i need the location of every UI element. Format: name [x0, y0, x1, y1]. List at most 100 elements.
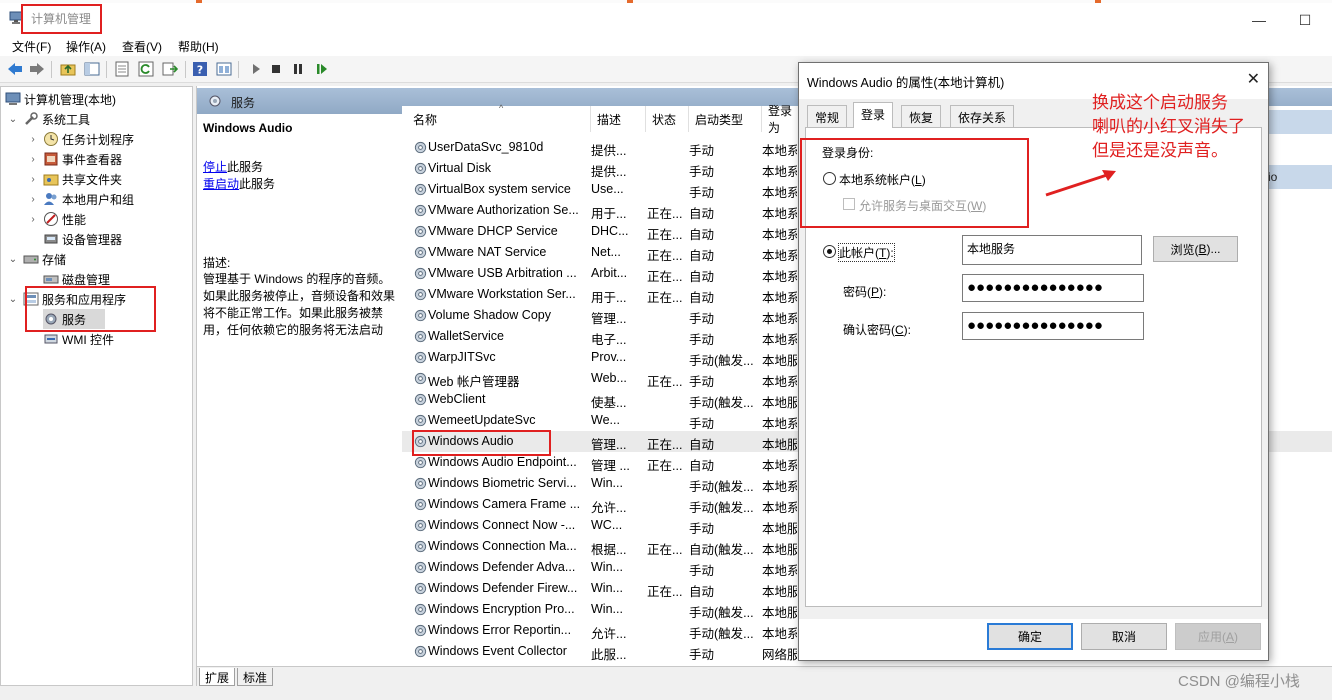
column-header-description[interactable]: 描述 — [591, 106, 646, 132]
gear-icon — [414, 309, 427, 322]
tab-dependencies[interactable]: 依存关系 — [950, 105, 1015, 127]
tree-item-local-users[interactable]: › 本地用户和组 — [27, 189, 134, 209]
service-name: VMware DHCP Service — [428, 224, 558, 238]
export-icon[interactable] — [162, 61, 178, 77]
cancel-button[interactable]: 取消 — [1081, 623, 1167, 650]
browse-accel: B — [1198, 242, 1207, 256]
column-header-status[interactable]: 状态 — [646, 106, 689, 132]
tree-item-performance[interactable]: › 性能 — [27, 209, 86, 229]
tab-standard[interactable]: 标准 — [237, 668, 274, 686]
stop-link-text[interactable]: 停止 — [203, 160, 227, 174]
tab-extended[interactable]: 扩展 — [199, 668, 236, 686]
confirm-password-input[interactable]: ●●●●●●●●●●●●●●● — [962, 312, 1144, 340]
chevron-right-icon[interactable]: › — [27, 154, 39, 165]
actions-pane-header — [1268, 110, 1332, 134]
close-icon[interactable]: ✕ — [1247, 69, 1260, 89]
restart-link-text[interactable]: 重启动 — [203, 177, 239, 191]
service-logon: 本地系 — [762, 207, 797, 221]
service-description: 提供... — [591, 144, 627, 158]
service-name: Windows Defender Firew... — [428, 581, 578, 595]
help-icon[interactable]: ? — [192, 61, 208, 77]
gear-icon — [414, 246, 427, 259]
export-list-icon[interactable] — [114, 61, 130, 77]
restart-service-icon[interactable] — [314, 61, 330, 77]
tab-general[interactable]: 常规 — [807, 105, 848, 127]
service-status: 正在... — [647, 438, 683, 452]
maximize-button[interactable]: ☐ — [1282, 6, 1328, 34]
tree-item-label: 性能 — [62, 212, 87, 227]
service-name: WarpJITSvc — [428, 350, 496, 364]
gear-icon — [414, 225, 427, 238]
service-description: Win... — [591, 602, 623, 616]
confirm-password-label: 确认密码(C): — [843, 323, 912, 337]
chevron-right-icon[interactable]: › — [27, 214, 39, 225]
stop-service-link[interactable]: 停止此服务 — [203, 158, 263, 175]
service-description: 提供... — [591, 165, 627, 179]
apply-button[interactable]: 应用(A) — [1175, 623, 1261, 650]
ok-button[interactable]: 确定 — [987, 623, 1073, 650]
service-logon: 本地服 — [762, 522, 797, 536]
tree-item-shared-folders[interactable]: › 共享文件夹 — [27, 169, 122, 189]
chevron-right-icon[interactable]: › — [27, 134, 39, 145]
menu-help[interactable]: 帮助(H) — [178, 38, 219, 55]
service-name: Web 帐户管理器 — [428, 375, 520, 389]
stop-service-icon[interactable] — [268, 61, 284, 77]
minimize-button[interactable]: — — [1236, 6, 1282, 34]
column-header-logon[interactable]: 登录为 — [762, 104, 802, 135]
tree-storage[interactable]: ⌄ 存储 — [7, 249, 66, 269]
stop-link-rest: 此服务 — [227, 160, 264, 174]
restart-service-link[interactable]: 重启动此服务 — [203, 175, 275, 192]
refresh-icon[interactable] — [138, 61, 154, 77]
tree-root[interactable]: 计算机管理(本地) — [5, 89, 116, 109]
menu-view[interactable]: 查看(V) — [122, 38, 162, 55]
browse-button[interactable]: 浏览(B)... — [1153, 236, 1238, 262]
service-logon: 本地服 — [762, 396, 797, 410]
service-startup-type: 自动 — [689, 291, 715, 305]
clock-icon — [43, 131, 59, 147]
actions-pane-item[interactable]: io — [1268, 165, 1332, 189]
show-tree-icon[interactable] — [84, 61, 100, 77]
menu-file[interactable]: 文件(F) — [12, 38, 51, 55]
annotation-box-windows-audio — [412, 430, 551, 456]
service-logon: 本地系 — [762, 375, 797, 389]
service-logon: 本地系 — [762, 480, 797, 494]
password-input[interactable]: ●●●●●●●●●●●●●●● — [962, 274, 1144, 302]
tree-storage-label: 存储 — [42, 252, 67, 267]
gear-icon — [414, 519, 427, 532]
pause-service-icon[interactable] — [290, 61, 306, 77]
service-name: Windows Event Collector — [428, 644, 567, 658]
forward-arrow-icon[interactable] — [29, 61, 45, 77]
tree-item-wmi[interactable]: WMI 控件 — [43, 329, 114, 349]
chevron-down-icon[interactable]: ⌄ — [7, 294, 19, 305]
tree-root-label: 计算机管理(本地) — [24, 92, 116, 107]
tab-logon[interactable]: 登录 — [853, 102, 894, 128]
column-header-startup-type[interactable]: 启动类型 — [689, 106, 762, 132]
up-folder-icon[interactable] — [60, 61, 76, 77]
account-input[interactable]: 本地服务 — [962, 235, 1142, 265]
tree-system-tools[interactable]: ⌄ 系统工具 — [7, 109, 90, 129]
tree-item-event-viewer[interactable]: › 事件查看器 — [27, 149, 122, 169]
tree-item-task-scheduler[interactable]: › 任务计划程序 — [27, 129, 134, 149]
service-logon: 本地服 — [762, 438, 797, 452]
annotation-line: 喇叭的小红叉消失了 — [1092, 117, 1245, 136]
start-service-icon[interactable] — [248, 61, 264, 77]
chevron-down-icon[interactable]: ⌄ — [7, 114, 19, 125]
menu-action[interactable]: 操作(A) — [66, 38, 106, 55]
service-description: Prov... — [591, 350, 627, 364]
properties-icon[interactable] — [216, 61, 232, 77]
gear-icon — [414, 540, 427, 553]
chevron-right-icon[interactable]: › — [27, 194, 39, 205]
service-startup-type: 手动 — [689, 648, 715, 662]
gear-icon — [414, 393, 427, 406]
this-account-radio[interactable] — [823, 245, 836, 258]
annotation-text: 换成这个启动服务 喇叭的小红叉消失了 但是还是没声音。 — [1092, 91, 1245, 163]
chevron-right-icon[interactable]: › — [27, 174, 39, 185]
tree-disk-label: 磁盘管理 — [62, 272, 111, 287]
tree-item-label: 设备管理器 — [62, 232, 123, 247]
column-header-name[interactable]: 名称 ^ — [407, 103, 591, 132]
back-arrow-icon[interactable] — [7, 61, 23, 77]
tab-recovery[interactable]: 恢复 — [901, 105, 942, 127]
tree-item-device-manager[interactable]: 设备管理器 — [43, 229, 122, 249]
service-name: Windows Audio Endpoint... — [428, 455, 577, 469]
chevron-down-icon[interactable]: ⌄ — [7, 254, 19, 265]
